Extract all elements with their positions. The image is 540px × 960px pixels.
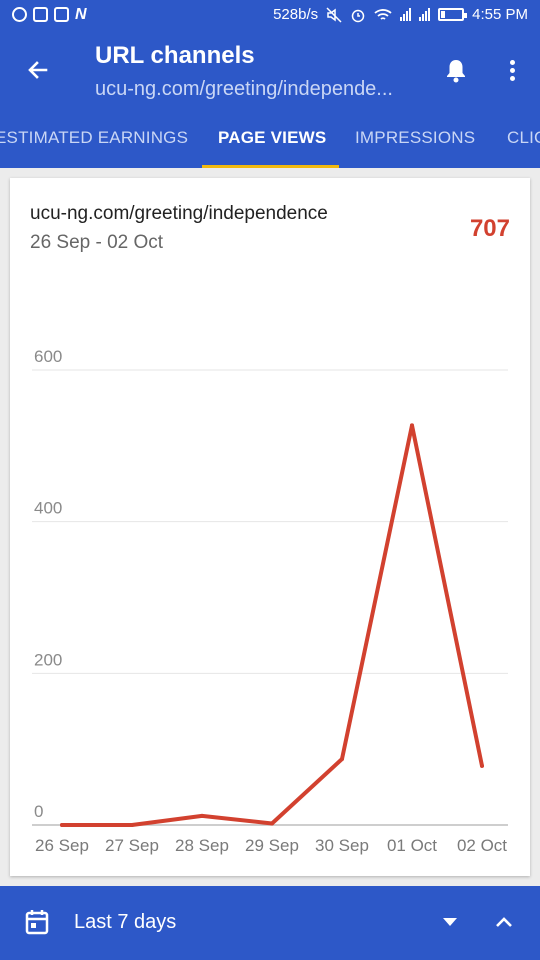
network-speed: 528b/s	[273, 6, 319, 23]
y-tick-label: 0	[34, 802, 43, 821]
status-bar: N 528b/s 4:55 PM	[0, 0, 540, 32]
data-point	[200, 813, 204, 818]
notification-icons: N	[12, 6, 87, 23]
bell-icon	[447, 60, 465, 83]
metric-tabs: ESTIMATED EARNINGS PAGE VIEWS IMPRESSION…	[0, 116, 540, 168]
alarm-icon	[351, 9, 365, 22]
calendar-icon	[25, 910, 49, 935]
mute-icon	[326, 6, 342, 23]
data-point	[270, 821, 274, 826]
y-tick-label: 200	[34, 650, 62, 669]
more-options-button[interactable]	[492, 50, 532, 90]
x-tick-label: 02 Oct	[457, 836, 507, 855]
whatsapp-icon	[12, 7, 27, 22]
tab-clicks[interactable]: CLICKS	[507, 116, 540, 168]
dropdown-arrow-icon	[443, 918, 457, 926]
page-views-card: ucu-ng.com/greeting/independence 26 Sep …	[10, 178, 530, 876]
page-views-chart: 0 200 400 600 26 Sep 27 Sep 28 Sep 29 Sep 30 Sep…	[32, 347, 508, 855]
tab-page-views[interactable]: PAGE VIEWS	[218, 116, 326, 168]
signal-icon	[400, 8, 412, 21]
data-point	[60, 823, 64, 827]
clock: 4:55 PM	[472, 6, 528, 23]
back-button[interactable]	[18, 50, 58, 90]
n-app-icon: N	[75, 6, 87, 23]
chevron-up-icon	[496, 917, 512, 927]
active-tab-indicator	[202, 165, 339, 168]
x-tick-label: 26 Sep	[35, 836, 89, 855]
page-title: URL channels	[95, 42, 255, 69]
signal-icon-2	[419, 8, 431, 21]
y-tick-label: 400	[34, 499, 62, 518]
data-point	[410, 423, 414, 428]
x-tick-label: 30 Sep	[315, 836, 369, 855]
sim-card-icon	[33, 7, 48, 22]
data-point	[480, 763, 484, 768]
app-bar: URL channels ucu-ng.com/greeting/indepen…	[0, 32, 540, 116]
x-tick-label: 01 Oct	[387, 836, 437, 855]
date-range-dropdown-button[interactable]	[432, 904, 468, 940]
battery-icon	[438, 8, 468, 21]
collapse-button[interactable]	[486, 904, 522, 940]
x-tick-label: 28 Sep	[175, 836, 229, 855]
date-range-label: Last 7 days	[74, 911, 177, 933]
arrow-back-icon	[28, 61, 48, 79]
y-tick-label: 600	[34, 347, 62, 366]
tab-impressions[interactable]: IMPRESSIONS	[355, 116, 475, 168]
date-range-bar[interactable]: Last 7 days	[0, 886, 540, 960]
x-tick-label: 27 Sep	[105, 836, 159, 855]
series-line	[60, 423, 484, 827]
wifi-icon	[374, 8, 392, 20]
data-point	[340, 757, 344, 762]
gallery-icon	[54, 7, 69, 22]
more-vert-icon	[509, 59, 515, 65]
x-tick-label: 29 Sep	[245, 836, 299, 855]
data-point	[130, 823, 134, 827]
notifications-button[interactable]	[436, 50, 476, 90]
page-subtitle: ucu-ng.com/greeting/independe...	[95, 78, 393, 100]
tab-estimated-earnings[interactable]: ESTIMATED EARNINGS	[0, 116, 188, 168]
